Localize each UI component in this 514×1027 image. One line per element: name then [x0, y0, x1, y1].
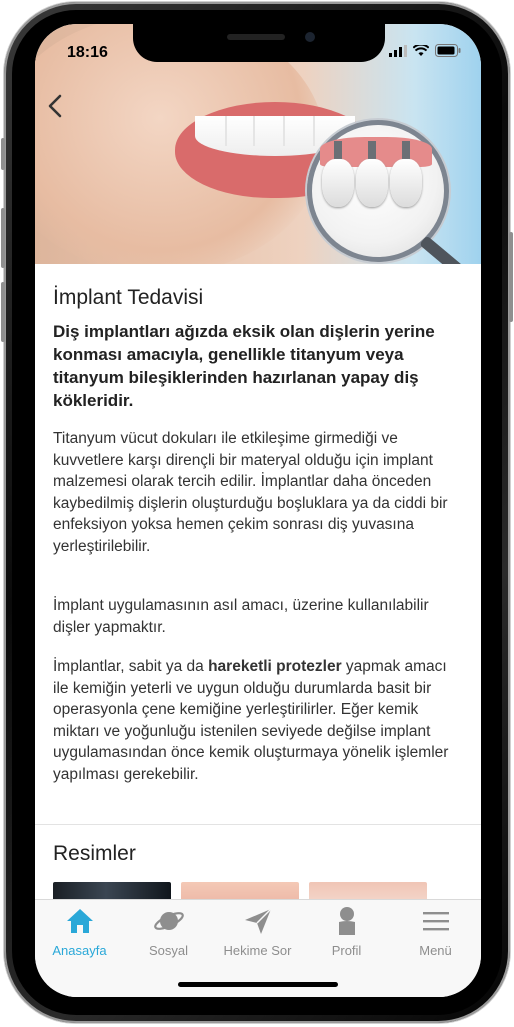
back-button[interactable] [41, 92, 69, 120]
signal-icon [389, 44, 407, 57]
front-camera [305, 32, 315, 42]
article-paragraph: Titanyum vücut dokuları ile etkileşime g… [53, 430, 448, 555]
article-title: İmplant Tedavisi [53, 286, 204, 309]
gallery-thumbnails [53, 882, 427, 899]
tooth-gap [225, 116, 227, 146]
article-lead: Diş implantları ağızda eksik olan dişler… [53, 322, 435, 410]
tab-menu[interactable]: Menü [391, 904, 480, 964]
article-content[interactable]: İmplant Tedavisi Diş implantları ağızda … [35, 264, 481, 899]
implant-crown [390, 159, 422, 207]
tooth-gap [313, 116, 315, 146]
article-paragraph: İmplant uygulamasının asıl amacı, üzerin… [53, 597, 429, 636]
gallery-thumbnail[interactable] [181, 882, 299, 899]
status-bar: 18:16 [35, 24, 481, 68]
magnifier-handle [419, 235, 467, 264]
person-icon [338, 907, 355, 935]
gallery-thumbnail[interactable] [53, 882, 171, 899]
wifi-icon [413, 44, 429, 56]
mute-switch [1, 138, 5, 170]
home-indicator[interactable] [178, 982, 338, 987]
volume-up-button [1, 208, 5, 268]
tab-label: Sosyal [148, 943, 189, 958]
tab-label: Hekime Sor [223, 943, 292, 958]
tab-label: Menü [419, 943, 452, 958]
app-screen: 18:16 İmplant Tedavisi Diş implantları a… [35, 24, 481, 997]
battery-icon [435, 44, 461, 57]
article-paragraph: İmplantlar, sabit ya da hareketli protez… [53, 656, 463, 785]
speaker-grille [227, 34, 285, 40]
tab-sosyal[interactable]: Sosyal [124, 904, 213, 964]
power-button [509, 232, 513, 322]
gallery-thumbnail[interactable] [309, 882, 427, 899]
home-icon [66, 909, 93, 933]
tab-label: Profil [331, 943, 362, 958]
chevron-left-icon [48, 94, 62, 118]
hamburger-icon [422, 912, 449, 931]
tab-anasayfa[interactable]: Anasayfa [35, 904, 124, 964]
tab-hekime-sor[interactable]: Hekime Sor [213, 904, 302, 964]
implant-crown [322, 159, 354, 207]
bold-term: hareketli protezler [208, 658, 342, 675]
volume-down-button [1, 282, 5, 342]
implant-crown [356, 159, 388, 207]
status-icons [389, 44, 461, 57]
tab-profil[interactable]: Profil [302, 904, 391, 964]
tooth-gap [253, 116, 255, 146]
tooth-gap [283, 116, 285, 146]
paragraph-text: yapmak amacı ile kemiğin yeterli ve uygu… [53, 658, 449, 783]
paper-plane-icon [244, 908, 272, 934]
planet-icon [153, 912, 184, 930]
tab-label: Anasayfa [52, 943, 107, 958]
section-divider [35, 824, 481, 825]
notch [133, 24, 385, 62]
status-time: 18:16 [67, 44, 108, 61]
paragraph-text: İmplantlar, sabit ya da [53, 658, 209, 675]
gallery-title: Resimler [53, 842, 136, 865]
